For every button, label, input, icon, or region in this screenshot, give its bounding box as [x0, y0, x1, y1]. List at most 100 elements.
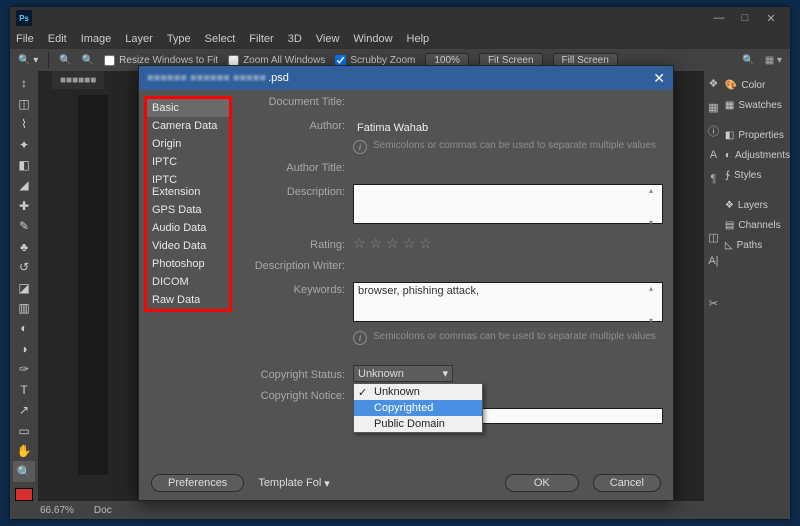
- panel-properties[interactable]: ◧Properties: [723, 125, 790, 145]
- star-icon[interactable]: ☆: [419, 235, 432, 252]
- menu-select[interactable]: Select: [203, 33, 238, 45]
- document-canvas[interactable]: [78, 95, 108, 475]
- histogram-panel-icon[interactable]: ▦: [705, 99, 721, 115]
- window-minimize-button[interactable]: —: [706, 9, 732, 27]
- workspace-icon[interactable]: ▦ ▾: [765, 55, 782, 66]
- star-icon[interactable]: ☆: [403, 235, 416, 252]
- wand-tool-icon[interactable]: ✦: [13, 134, 35, 154]
- zoom-tool-icon[interactable]: 🔍: [13, 461, 35, 481]
- lasso-tool-icon[interactable]: ⌇: [13, 114, 35, 134]
- heal-tool-icon[interactable]: ✚: [13, 196, 35, 216]
- zoom-out-icon[interactable]: 🔍: [82, 55, 94, 66]
- menu-view[interactable]: View: [314, 33, 342, 45]
- ok-button[interactable]: OK: [505, 474, 579, 492]
- menu-edit[interactable]: Edit: [46, 33, 69, 45]
- doc-info[interactable]: Doc: [94, 505, 112, 516]
- category-iptc-extension[interactable]: IPTC Extension: [147, 171, 229, 201]
- template-folder-select[interactable]: Template Fol▾: [258, 477, 330, 490]
- dialog-close-icon[interactable]: ✕: [653, 70, 665, 87]
- eraser-tool-icon[interactable]: ◪: [13, 277, 35, 297]
- scrubby-zoom-checkbox[interactable]: Scrubby Zoom: [335, 55, 415, 66]
- copyright-option-public-domain[interactable]: Public Domain: [354, 416, 482, 432]
- document-title-input[interactable]: [353, 96, 663, 112]
- crop-tool-icon[interactable]: ◧: [13, 155, 35, 175]
- description-writer-input[interactable]: [353, 260, 663, 276]
- star-icon[interactable]: ☆: [353, 235, 366, 252]
- zoom-in-icon[interactable]: 🔍: [59, 55, 71, 66]
- blur-tool-icon[interactable]: ◐: [13, 318, 35, 338]
- cancel-button[interactable]: Cancel: [593, 474, 661, 492]
- menu-layer[interactable]: Layer: [123, 33, 155, 45]
- pen-tool-icon[interactable]: ✑: [13, 359, 35, 379]
- panel-adjustments[interactable]: ◐Adjustments: [723, 145, 790, 165]
- info-panel-icon[interactable]: ⓘ: [705, 123, 721, 139]
- search-icon[interactable]: 🔍: [742, 55, 754, 66]
- foreground-color-swatch[interactable]: [15, 488, 33, 501]
- type-tool-icon[interactable]: T: [13, 380, 35, 400]
- panel-styles[interactable]: ∱Styles: [723, 165, 790, 185]
- zoom-tool-icon[interactable]: 🔍 ▾: [18, 55, 38, 66]
- description-textarea[interactable]: [353, 184, 663, 224]
- eyedropper-tool-icon[interactable]: ◢: [13, 175, 35, 195]
- panel-channels[interactable]: ▤Channels: [723, 215, 790, 235]
- panel-color[interactable]: 🎨Color: [723, 75, 790, 95]
- history-brush-tool-icon[interactable]: ↺: [13, 257, 35, 277]
- history-panel-icon[interactable]: ❖: [705, 75, 721, 91]
- panel-paths[interactable]: ◺Paths: [723, 235, 790, 255]
- star-icon[interactable]: ☆: [370, 235, 383, 252]
- chevron-down-icon: ▾: [442, 367, 448, 380]
- category-gps-data[interactable]: GPS Data: [147, 201, 229, 219]
- path-tool-icon[interactable]: ↗: [13, 400, 35, 420]
- menu-type[interactable]: Type: [165, 33, 193, 45]
- star-icon[interactable]: ☆: [386, 235, 399, 252]
- label-rating: Rating:: [237, 237, 353, 251]
- menu-image[interactable]: Image: [79, 33, 114, 45]
- keywords-hint: i Semicolons or commas can be used to se…: [237, 331, 663, 345]
- actions-panel-icon[interactable]: A|: [705, 253, 721, 269]
- hand-tool-icon[interactable]: ✋: [13, 441, 35, 461]
- zoom-level[interactable]: 66.67%: [40, 505, 74, 516]
- category-video-data[interactable]: Video Data: [147, 237, 229, 255]
- document-tab[interactable]: ■■■■■■: [52, 71, 104, 89]
- category-photoshop[interactable]: Photoshop: [147, 255, 229, 273]
- resize-windows-checkbox[interactable]: Resize Windows to Fit: [104, 55, 218, 66]
- panel-swatches[interactable]: ▦Swatches: [723, 95, 790, 115]
- menu-help[interactable]: Help: [405, 33, 432, 45]
- window-close-button[interactable]: ✕: [758, 9, 784, 27]
- rating-stars[interactable]: ☆ ☆ ☆ ☆ ☆: [353, 235, 663, 252]
- marquee-tool-icon[interactable]: ◫: [13, 93, 35, 113]
- shape-tool-icon[interactable]: ▭: [13, 420, 35, 440]
- copyright-status-select[interactable]: Unknown▾: [353, 365, 453, 382]
- menu-window[interactable]: Window: [351, 33, 394, 45]
- copyright-option-unknown[interactable]: Unknown: [354, 384, 482, 400]
- gradient-tool-icon[interactable]: ▥: [13, 298, 35, 318]
- tool-presets-panel-icon[interactable]: ✂: [705, 295, 721, 311]
- keywords-textarea[interactable]: [353, 282, 663, 322]
- copyright-option-copyrighted[interactable]: Copyrighted: [354, 400, 482, 416]
- window-maximize-button[interactable]: □: [732, 9, 758, 27]
- dodge-tool-icon[interactable]: ◑: [13, 339, 35, 359]
- character-panel-icon[interactable]: A: [705, 147, 721, 163]
- author-title-input[interactable]: [353, 162, 663, 178]
- preferences-button[interactable]: Preferences: [151, 474, 244, 492]
- author-input[interactable]: [353, 120, 663, 136]
- menu-3d[interactable]: 3D: [286, 33, 304, 45]
- category-basic[interactable]: Basic: [147, 99, 229, 117]
- category-iptc[interactable]: IPTC: [147, 153, 229, 171]
- category-origin[interactable]: Origin: [147, 135, 229, 153]
- app-menubar: File Edit Image Layer Type Select Filter…: [10, 29, 790, 49]
- menu-filter[interactable]: Filter: [247, 33, 275, 45]
- zoom-all-windows-checkbox[interactable]: Zoom All Windows: [228, 55, 325, 66]
- category-raw-data[interactable]: Raw Data: [147, 291, 229, 309]
- menu-file[interactable]: File: [14, 33, 36, 45]
- glyphs-panel-icon[interactable]: ◫: [705, 229, 721, 245]
- category-camera-data[interactable]: Camera Data: [147, 117, 229, 135]
- brush-tool-icon[interactable]: ✎: [13, 216, 35, 236]
- category-audio-data[interactable]: Audio Data: [147, 219, 229, 237]
- category-column: Basic Camera Data Origin IPTC IPTC Exten…: [139, 90, 237, 466]
- category-dicom[interactable]: DICOM: [147, 273, 229, 291]
- panel-layers[interactable]: ❖Layers: [723, 195, 790, 215]
- stamp-tool-icon[interactable]: ♣: [13, 237, 35, 257]
- move-tool-icon[interactable]: ↕: [13, 73, 35, 93]
- paragraph-panel-icon[interactable]: ¶: [705, 171, 721, 187]
